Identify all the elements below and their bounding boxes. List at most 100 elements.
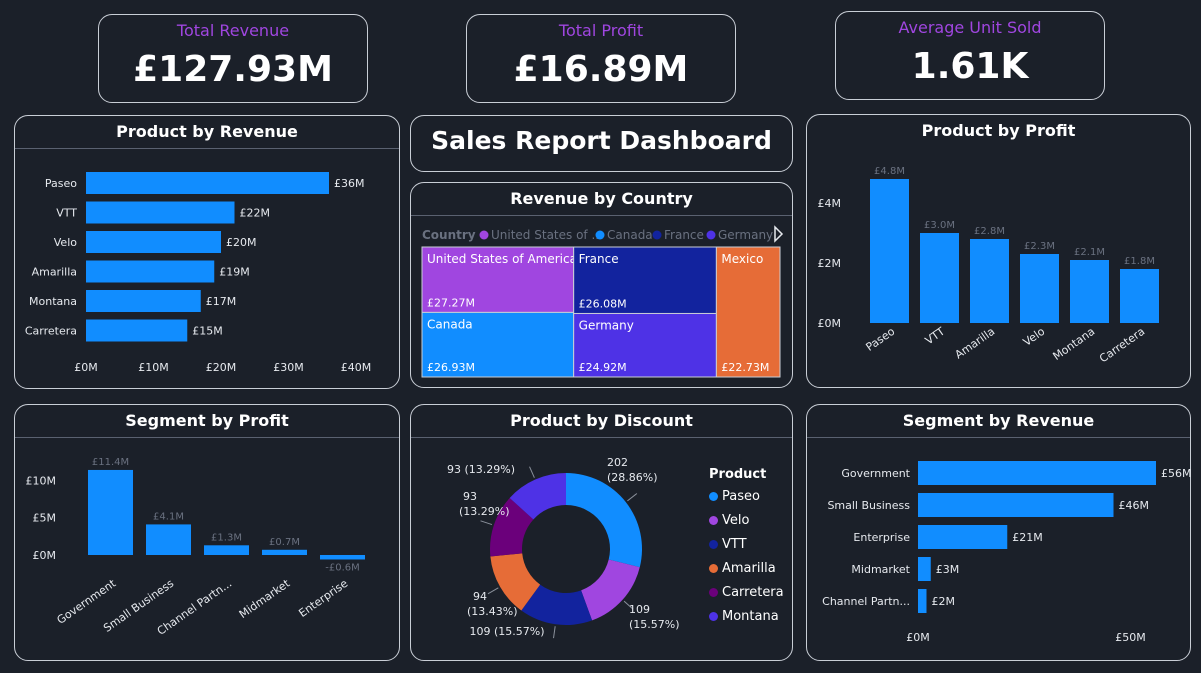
category-label: Small Business [827, 499, 910, 512]
bar[interactable] [86, 319, 188, 342]
bar[interactable] [1120, 269, 1159, 323]
category-label: Channel Partn... [822, 595, 910, 608]
data-label: £4.8M [874, 166, 905, 177]
category-label: Carretera [25, 325, 77, 338]
product-revenue-panel[interactable]: Product by Revenue Paseo £36M VTT £22M Velo £… [14, 115, 400, 389]
product-discount-panel[interactable]: Product by Discount 202 (28.86%) 109 (15.57… [410, 404, 793, 661]
legend-dot [706, 230, 716, 240]
legend-label: Paseo [722, 489, 760, 504]
x-tick-label: £30M [273, 361, 304, 374]
tile-value: £26.93M [427, 361, 475, 374]
tile-value: £22.73M [721, 361, 769, 374]
kpi-title: Total Revenue [176, 21, 290, 40]
category-label: VTT [923, 325, 948, 348]
legend-label: Amarilla [722, 561, 776, 576]
tile-value: £24.92M [579, 361, 627, 374]
data-label: £2M [932, 595, 956, 608]
legend-item-amarilla[interactable]: Amarilla [709, 561, 776, 576]
data-label: £15M [192, 325, 223, 338]
legend-title: Product [709, 467, 767, 482]
category-label: Montana [29, 295, 77, 308]
bar[interactable] [204, 545, 249, 555]
kpi-card-revenue[interactable]: Total Revenue £127.93M [98, 14, 368, 103]
legend-item-velo[interactable]: Velo [709, 513, 749, 528]
segment-revenue-panel[interactable]: Segment by Revenue Government £56M Small B… [806, 404, 1192, 661]
bar[interactable] [86, 172, 329, 194]
data-label: 109 (15.57%) [469, 625, 544, 638]
data-label: (13.43%) [467, 605, 518, 618]
treemap-tile[interactable] [715, 246, 781, 378]
data-label: 109 [629, 603, 650, 616]
revenue-country-panel[interactable]: Revenue by Country Country United States … [410, 182, 793, 388]
bar[interactable] [146, 524, 191, 555]
tile-name: United States of America [427, 252, 577, 266]
data-label: -£0.6M [325, 562, 360, 573]
bar[interactable] [870, 179, 909, 323]
category-label: Velo [54, 236, 77, 249]
bar[interactable] [1070, 260, 1109, 323]
kpi-card-units[interactable]: Average Unit Sold 1.61K [835, 11, 1105, 100]
kpi-card-profit[interactable]: Total Profit £16.89M [466, 14, 736, 103]
bar[interactable] [1020, 254, 1059, 323]
bar[interactable] [88, 469, 133, 555]
bar[interactable] [262, 549, 307, 555]
data-label: £2.3M [1024, 241, 1055, 252]
segment-revenue-chart: Government £56M Small Business £46M Enterpri… [822, 461, 1192, 644]
bar[interactable] [920, 233, 959, 323]
legend-item-vtt[interactable]: VTT [709, 537, 747, 552]
bar[interactable] [320, 555, 365, 560]
legend-label: France [664, 228, 704, 242]
legend-title: Country [422, 228, 476, 242]
product-profit-panel[interactable]: Product by Profit £4.8M Paseo £3.0M VTT £2.8… [806, 114, 1191, 388]
tile-name: Canada [427, 317, 473, 331]
data-label: £36M [334, 177, 365, 190]
leader-line [627, 493, 638, 502]
legend-item-carretera[interactable]: Carretera [709, 585, 784, 600]
category-label: Midmarket [237, 576, 293, 621]
dashboard-title-card: Sales Report Dashboard [410, 115, 793, 172]
x-tick-label: £20M [206, 361, 237, 374]
data-label: £11.4M [92, 457, 129, 468]
data-label: (28.86%) [607, 471, 658, 484]
legend-label: Carretera [722, 585, 784, 600]
y-tick-label: £10M [26, 474, 57, 487]
category-label: Amarilla [953, 325, 998, 362]
bar[interactable] [970, 239, 1009, 323]
bar[interactable] [918, 589, 927, 613]
bar[interactable] [86, 260, 215, 283]
bar[interactable] [86, 290, 201, 312]
donut-slice[interactable] [566, 473, 642, 568]
legend-dot [652, 230, 662, 240]
data-label: £56M [1161, 467, 1192, 480]
kpi-value: 1.61K [911, 46, 1029, 87]
category-label: Paseo [863, 325, 897, 354]
bar[interactable] [918, 525, 1008, 549]
legend-label: Canada [607, 228, 653, 242]
data-label: £20M [226, 236, 257, 249]
leader-line [487, 587, 499, 595]
legend-dot [595, 230, 605, 240]
leader-line [480, 520, 493, 526]
data-label: 94 [473, 590, 487, 603]
tile-name: France [579, 252, 619, 266]
data-label: £0.7M [269, 537, 300, 548]
segment-profit-panel[interactable]: Segment by Profit £11.4M Government £4.1M S… [14, 404, 400, 661]
kpi-value: £127.93M [133, 49, 333, 90]
revenue-country-chart: Country United States of ... Canada France G… [421, 225, 784, 378]
bar[interactable] [918, 461, 1156, 485]
legend-label: VTT [722, 537, 747, 552]
data-label: £19M [219, 266, 250, 279]
bar[interactable] [918, 557, 931, 581]
tile-value: £27.27M [427, 296, 475, 309]
y-tick-label: £0M [33, 549, 57, 562]
bar[interactable] [86, 201, 235, 224]
legend-dot [709, 564, 718, 573]
bar[interactable] [918, 493, 1114, 517]
bar[interactable] [86, 231, 221, 253]
category-label: Government [841, 467, 910, 480]
x-tick-label: £0M [906, 631, 930, 644]
category-label: Velo [1021, 325, 1048, 349]
chevron-right-icon [774, 225, 784, 243]
legend-item-paseo[interactable]: Paseo [709, 489, 760, 504]
legend-item-montana[interactable]: Montana [709, 609, 779, 624]
